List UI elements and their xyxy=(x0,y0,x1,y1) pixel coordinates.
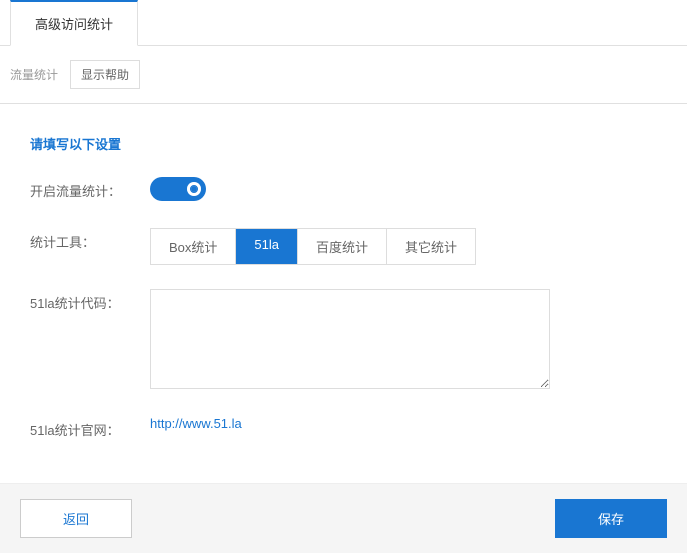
toggle-knob-icon xyxy=(187,182,201,196)
row-stats-tool: 统计工具： Box统计 51la 百度统计 其它统计 xyxy=(30,228,657,265)
stats-tool-group: Box统计 51la 百度统计 其它统计 xyxy=(150,228,476,265)
official-site-link[interactable]: http://www.51.la xyxy=(150,416,242,431)
sub-header: 流量统计 显示帮助 xyxy=(0,46,687,104)
section-title: 请填写以下设置 xyxy=(30,134,657,153)
content-area: 请填写以下设置 开启流量统计： 统计工具： Box统计 51la 百度统计 其它… xyxy=(0,104,687,483)
stats-tool-label: 统计工具： xyxy=(30,228,150,251)
show-help-button[interactable]: 显示帮助 xyxy=(70,60,140,89)
enable-stats-toggle[interactable] xyxy=(150,177,206,201)
row-enable-stats: 开启流量统计： xyxy=(30,177,657,204)
stats-code-textarea[interactable] xyxy=(150,289,550,389)
row-official-site: 51la统计官网： http://www.51.la xyxy=(30,416,657,439)
tab-advanced-stats[interactable]: 高级访问统计 xyxy=(10,0,138,46)
tab-container: 高级访问统计 xyxy=(0,0,687,46)
footer-bar: 返回 保存 xyxy=(0,483,687,553)
subheader-label: 流量统计 xyxy=(10,66,58,83)
tool-option-box[interactable]: Box统计 xyxy=(151,229,236,264)
stats-code-label: 51la统计代码： xyxy=(30,289,150,312)
official-site-label: 51la统计官网： xyxy=(30,416,150,439)
tool-option-baidu[interactable]: 百度统计 xyxy=(298,229,387,264)
tool-option-51la[interactable]: 51la xyxy=(236,229,298,264)
enable-stats-label: 开启流量统计： xyxy=(30,177,150,200)
row-stats-code: 51la统计代码： xyxy=(30,289,657,392)
tool-option-other[interactable]: 其它统计 xyxy=(387,229,475,264)
